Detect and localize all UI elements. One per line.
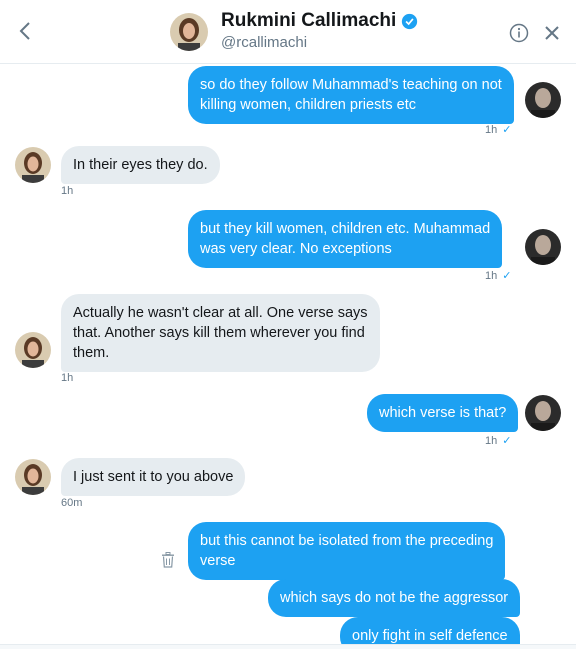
verified-badge-icon <box>402 13 418 29</box>
message-timestamp: 1h <box>61 185 74 197</box>
my-avatar[interactable] <box>525 82 561 118</box>
chevron-left-icon <box>19 22 30 40</box>
message-timestamp: 60m <box>61 497 83 509</box>
message-timestamp: 1h <box>61 372 74 384</box>
message-list[interactable]: so do they follow Muhammad's teaching on… <box>0 64 576 649</box>
message-line: verse <box>200 553 236 569</box>
back-button[interactable] <box>14 18 36 44</box>
message-bubble-received[interactable]: I just sent it to you above <box>61 458 246 496</box>
message-line: was very clear. No exceptions <box>200 241 392 257</box>
trash-icon <box>162 552 174 568</box>
checkmark-icon: ✓ <box>502 124 512 136</box>
contact-avatar[interactable] <box>15 147 51 183</box>
my-avatar[interactable] <box>525 395 561 431</box>
message-line: which says do not be the aggressor <box>280 590 509 606</box>
message-timestamp: 1h ✓ <box>485 434 512 448</box>
message-bubble-sent[interactable]: which verse is that? <box>367 394 519 432</box>
message-line: but they kill women, children etc. Muham… <box>200 221 491 237</box>
close-button[interactable] <box>543 24 561 42</box>
message-line: which verse is that? <box>379 405 507 421</box>
message-line: but this cannot be isolated from the pre… <box>200 533 494 549</box>
message-line: only fight in self defence <box>352 628 508 644</box>
message-bubble-sent[interactable]: but this cannot be isolated from the pre… <box>188 522 506 580</box>
message-line: that. Another says kill them wherever yo… <box>73 325 365 341</box>
contact-avatar[interactable] <box>15 459 51 495</box>
message-line: so do they follow Muhammad's teaching on… <box>200 77 502 93</box>
message-timestamp: 1h ✓ <box>485 269 512 283</box>
my-avatar[interactable] <box>525 229 561 265</box>
close-icon <box>545 26 559 40</box>
checkmark-icon: ✓ <box>502 435 512 447</box>
composer-divider <box>0 644 576 649</box>
message-line: I just sent it to you above <box>73 469 234 485</box>
message-line: In their eyes they do. <box>73 157 208 173</box>
message-bubble-received[interactable]: In their eyes they do. <box>61 146 220 184</box>
checkmark-icon: ✓ <box>502 270 512 282</box>
delete-message-button[interactable] <box>161 552 175 568</box>
message-bubble-sent[interactable]: so do they follow Muhammad's teaching on… <box>188 66 514 124</box>
contact-name-text: Rukmini Callimachi <box>221 10 397 31</box>
info-button[interactable] <box>509 23 529 43</box>
message-bubble-sent[interactable]: which says do not be the aggressor <box>268 579 521 617</box>
message-bubble-received[interactable]: Actually he wasn't clear at all. One ver… <box>61 294 380 372</box>
contact-name[interactable]: Rukmini Callimachi <box>221 10 418 32</box>
message-line: Actually he wasn't clear at all. One ver… <box>73 305 368 321</box>
message-line: killing women, children priests etc <box>200 97 416 113</box>
contact-avatar[interactable] <box>170 13 208 51</box>
message-timestamp: 1h ✓ <box>485 123 512 137</box>
contact-handle: @rcallimachi <box>221 34 308 51</box>
info-icon <box>509 23 529 43</box>
contact-avatar[interactable] <box>15 332 51 368</box>
message-line: them. <box>73 345 110 361</box>
conversation-header: Rukmini Callimachi @rcallimachi <box>0 0 576 64</box>
message-bubble-sent[interactable]: but they kill women, children etc. Muham… <box>188 210 503 268</box>
